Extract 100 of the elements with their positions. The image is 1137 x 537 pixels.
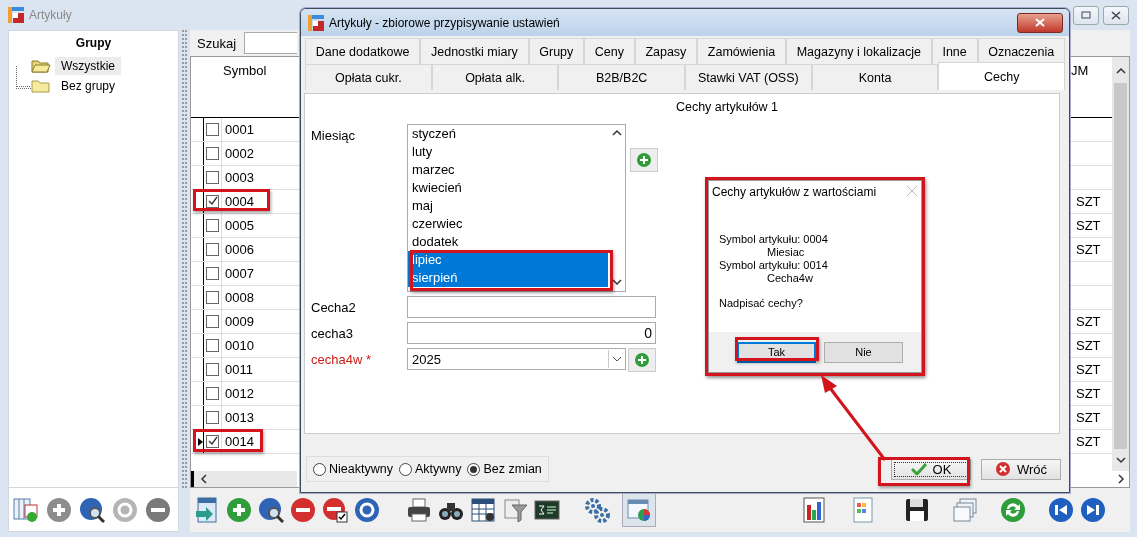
horizontal-scrollbar[interactable] — [191, 471, 297, 487]
checkbox[interactable] — [206, 171, 219, 184]
list-box[interactable]: styczeń luty marzec kwiecień maj czerwiec dodatek lipiec sierpień — [407, 124, 626, 292]
tab[interactable]: Grupy — [528, 38, 585, 64]
refresh-icon[interactable] — [1000, 497, 1026, 523]
checkbox[interactable] — [206, 339, 219, 352]
open-folder-icon — [31, 58, 51, 74]
tab[interactable]: B2B/B2C — [558, 64, 685, 90]
tree-item[interactable]: Bez grupy — [55, 77, 122, 95]
tab[interactable]: Dane dodatkowe — [305, 38, 421, 64]
tab[interactable]: Oznaczenia — [977, 38, 1065, 64]
list-item[interactable]: kwiecień — [408, 179, 608, 197]
tab[interactable]: Opłata cukr. — [305, 64, 432, 90]
tab[interactable]: Zapasy — [634, 38, 698, 64]
checkbox[interactable] — [206, 411, 219, 424]
app-logo-icon — [307, 13, 325, 32]
tab[interactable]: Ceny — [584, 38, 635, 64]
list-item[interactable]: sierpień — [408, 269, 608, 287]
table-cell: 0011 — [225, 362, 253, 377]
list-item[interactable]: marzec — [408, 161, 608, 179]
section-title: Cechy artykułów 1 — [675, 100, 779, 114]
number-field[interactable]: 0 — [407, 322, 656, 344]
vertical-scrollbar[interactable] — [1112, 57, 1129, 471]
table-cell: SZT — [1076, 386, 1101, 401]
checkbox[interactable] — [206, 123, 219, 136]
checkbox[interactable] — [206, 243, 219, 256]
splitter-handle[interactable] — [182, 30, 187, 488]
plus-icon — [634, 352, 650, 368]
table-icon[interactable] — [470, 497, 496, 523]
tab[interactable]: Opłata alk. — [431, 64, 559, 90]
column-header[interactable]: Symbol — [221, 57, 301, 117]
table-cell: SZT — [1076, 314, 1101, 329]
chart-window-icon[interactable] — [626, 497, 652, 523]
list-item[interactable]: styczeń — [408, 125, 608, 143]
checkbox[interactable] — [206, 315, 219, 328]
table-add-icon[interactable] — [13, 496, 39, 523]
table-cell: 0001 — [225, 122, 254, 137]
checkbox[interactable] — [206, 195, 219, 208]
add-button[interactable] — [630, 148, 658, 172]
text-field[interactable] — [407, 296, 656, 318]
close-button[interactable] — [1103, 5, 1129, 25]
magnifier-icon[interactable] — [79, 496, 105, 523]
list-item[interactable]: dodatek — [408, 233, 608, 251]
disc-icon[interactable] — [354, 497, 380, 523]
list-item[interactable]: maj — [408, 197, 608, 215]
checkbox[interactable] — [206, 267, 219, 280]
close-button[interactable] — [1017, 12, 1063, 33]
document-icon[interactable] — [850, 497, 876, 523]
checkbox[interactable] — [206, 219, 219, 232]
list-item[interactable]: luty — [408, 143, 608, 161]
gears-icon[interactable] — [584, 497, 610, 523]
folder-icon — [31, 78, 51, 94]
add-icon[interactable] — [46, 496, 72, 523]
radio-button[interactable]: Bez zmian — [467, 462, 542, 476]
dialog-button[interactable]: Nie — [824, 341, 903, 363]
checkbox[interactable] — [206, 363, 219, 376]
list-item[interactable]: czerwiec — [408, 215, 608, 233]
window-title: Artykuły — [29, 8, 72, 22]
skip-back-icon[interactable] — [1048, 497, 1074, 523]
bar-chart-icon[interactable] — [802, 497, 828, 523]
radio-button[interactable]: Nieaktywny — [313, 462, 393, 476]
skip-forward-icon[interactable] — [1080, 497, 1106, 523]
table-export-icon[interactable] — [194, 497, 220, 523]
tab[interactable]: Cechy — [938, 62, 1066, 90]
remove-icon[interactable] — [145, 496, 171, 523]
tab[interactable]: Konta — [811, 64, 939, 90]
tab[interactable]: Magazyny i lokalizacje — [785, 38, 932, 64]
table-cell: 0012 — [225, 386, 254, 401]
checkbox[interactable] — [206, 147, 219, 160]
table-cell: 0006 — [225, 242, 254, 257]
table-cell: 0008 — [225, 290, 254, 305]
remove-check-icon[interactable] — [322, 497, 348, 523]
checkbox[interactable] — [206, 387, 219, 400]
app-logo-icon — [7, 6, 25, 24]
dropdown-field[interactable]: 2025 — [407, 348, 626, 370]
remove-icon[interactable] — [290, 497, 316, 523]
plus-icon — [636, 152, 652, 168]
add-icon[interactable] — [226, 497, 252, 523]
tree-item[interactable]: Wszystkie — [55, 57, 121, 75]
add-button[interactable] — [628, 348, 656, 372]
table-cell: SZT — [1076, 338, 1101, 353]
tab[interactable]: Zamówienia — [697, 38, 786, 64]
magnifier-icon[interactable] — [258, 497, 284, 523]
tab[interactable]: Jednostki miary — [420, 38, 529, 64]
dialog-title: Artykuły - zbiorowe przypisywanie ustawień — [329, 15, 560, 30]
search-label: Szukaj — [197, 35, 237, 51]
search-field[interactable] — [244, 32, 298, 54]
tab[interactable]: Stawki VAT (OSS) — [685, 64, 812, 90]
formula-icon[interactable] — [534, 497, 560, 523]
funnel-icon[interactable] — [502, 497, 528, 523]
floppy-icon[interactable] — [904, 497, 930, 523]
back-button[interactable]: Wróć — [981, 458, 1061, 480]
check-icon — [910, 463, 927, 475]
message-line: Cecha4w — [766, 272, 814, 285]
printer-icon[interactable] — [406, 497, 432, 523]
checkbox[interactable] — [206, 435, 219, 448]
column-header[interactable]: JM — [1069, 57, 1112, 117]
radio-button[interactable]: Aktywny — [398, 462, 462, 476]
checkbox[interactable] — [206, 291, 219, 304]
field-label: cecha3 — [311, 325, 354, 341]
